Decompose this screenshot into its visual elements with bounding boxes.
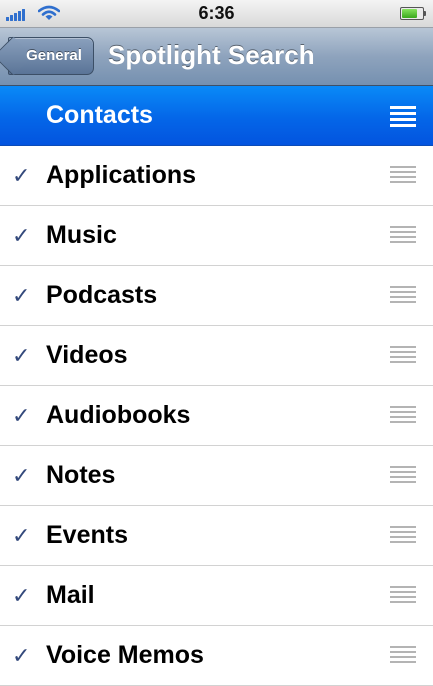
reorder-grip-icon[interactable] <box>390 226 416 245</box>
reorder-grip-icon[interactable] <box>390 466 416 485</box>
reorder-grip-icon[interactable] <box>390 586 416 605</box>
reorder-grip-icon[interactable] <box>390 646 416 665</box>
reorder-grip-icon[interactable] <box>390 106 416 127</box>
checkmark-icon: ✓ <box>12 463 31 488</box>
list-item-label: Audiobooks <box>46 401 191 429</box>
list-item[interactable]: ✓ Events <box>0 506 433 566</box>
list-item[interactable]: ✓ Audiobooks <box>0 386 433 446</box>
reorder-grip-icon[interactable] <box>390 286 416 305</box>
list-item-label: Videos <box>46 341 128 369</box>
back-button[interactable]: General <box>8 37 94 75</box>
battery-icon <box>400 7 427 20</box>
checkmark-icon: ✓ <box>12 163 31 188</box>
checkmark-icon: ✓ <box>12 223 31 248</box>
reorder-grip-icon[interactable] <box>390 166 416 185</box>
list-item[interactable]: Contacts <box>0 86 433 146</box>
checkmark-icon: ✓ <box>12 283 31 308</box>
list-item[interactable]: ✓ Videos <box>0 326 433 386</box>
status-bar: 6:36 <box>0 0 433 28</box>
list-item[interactable]: ✓ Notes <box>0 446 433 506</box>
clock: 6:36 <box>198 3 235 23</box>
reorder-grip-icon[interactable] <box>390 406 416 425</box>
list-item[interactable]: ✓ Voice Memos <box>0 626 433 686</box>
back-button-label: General <box>26 47 82 64</box>
reorder-grip-icon[interactable] <box>390 526 416 545</box>
list-item-label: Notes <box>46 461 116 489</box>
list-item-label: Mail <box>46 581 95 609</box>
list-item-label: Events <box>46 521 128 549</box>
list-item-label: Music <box>46 221 117 249</box>
list-item-label: Contacts <box>46 101 153 129</box>
checkmark-icon: ✓ <box>12 343 31 368</box>
list-item[interactable]: ✓ Podcasts <box>0 266 433 326</box>
list-item-label: Podcasts <box>46 281 158 309</box>
navigation-bar: General Spotlight Search <box>0 28 433 86</box>
checkmark-icon: ✓ <box>12 403 31 428</box>
list-item[interactable]: ✓ Applications <box>0 146 433 206</box>
list-item[interactable]: ✓ Music <box>0 206 433 266</box>
reorder-grip-icon[interactable] <box>390 346 416 365</box>
list-item-label: Voice Memos <box>46 641 204 669</box>
page-title: Spotlight Search <box>108 40 315 70</box>
spotlight-results-list: Contacts ✓ Applications ✓ Music ✓ Podcasts ✓ Vid… <box>0 86 433 686</box>
checkmark-icon: ✓ <box>12 643 31 668</box>
checkmark-icon: ✓ <box>12 583 31 608</box>
list-item-label: Applications <box>46 161 197 189</box>
checkmark-icon: ✓ <box>12 523 31 548</box>
list-item[interactable]: ✓ Mail <box>0 566 433 626</box>
